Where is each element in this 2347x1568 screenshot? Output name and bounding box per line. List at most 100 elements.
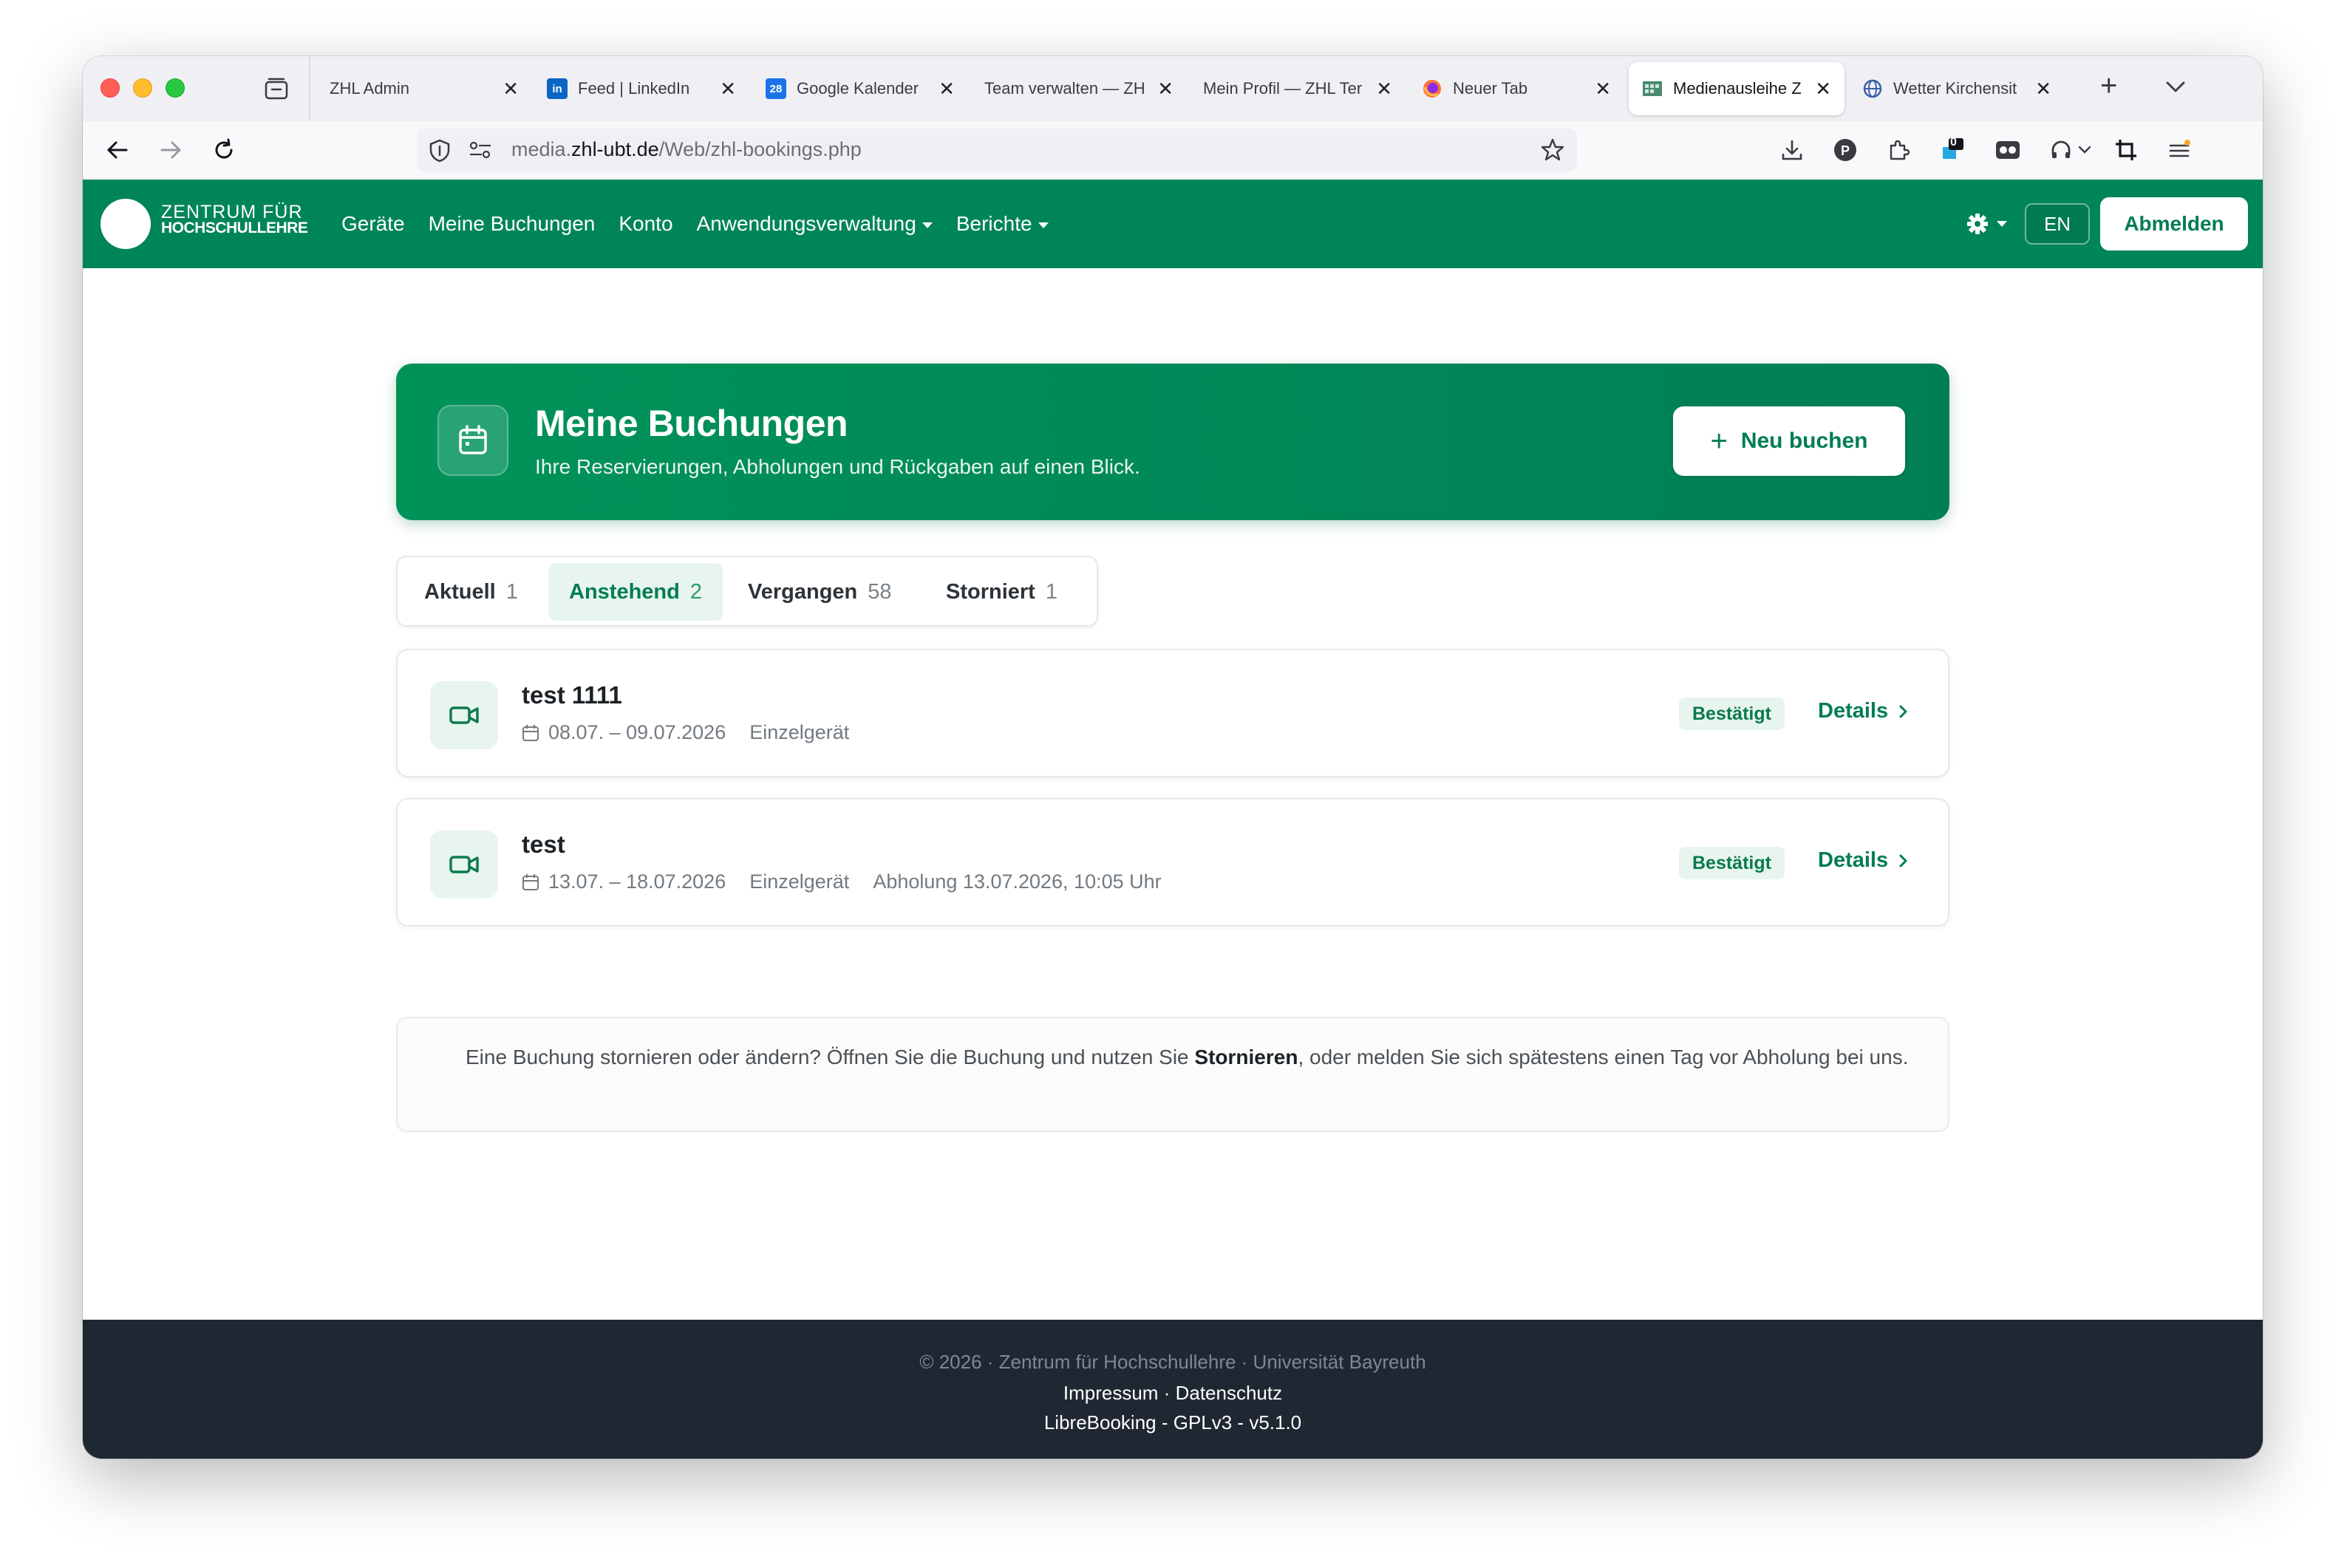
tab-label: Aktuell [424, 579, 496, 604]
globe-icon [1862, 78, 1883, 99]
status-badge: Bestätigt [1679, 847, 1785, 879]
extension-badge-icon[interactable]: 0 [1933, 132, 1970, 168]
tab-label: Vergangen [748, 579, 858, 604]
media-site-icon [1642, 78, 1663, 99]
footer-version: LibreBooking - GPLv3 - v5.1.0 [1043, 1411, 1302, 1434]
tab-manager-icon[interactable] [260, 72, 293, 105]
tab-title: Neuer Tab [1453, 79, 1528, 98]
menu-item-app-admin[interactable]: Anwendungsverwaltung [697, 212, 933, 236]
close-icon[interactable]: ✕ [1595, 78, 1611, 100]
url-host: zhl-ubt.de [571, 138, 659, 160]
details-label: Details [1818, 848, 1889, 872]
details-link[interactable]: Details [1818, 699, 1909, 723]
tab-label: Storniert [946, 579, 1035, 604]
extension-badge-count: 0 [1950, 136, 1957, 149]
close-icon[interactable]: ✕ [720, 78, 736, 100]
note-text-emphasis: Stornieren [1194, 1046, 1298, 1068]
browser-tab[interactable]: in Feed | LinkedIn ✕ [534, 62, 749, 115]
window-close-button[interactable] [101, 78, 120, 98]
downloads-icon[interactable] [1774, 132, 1811, 168]
video-camera-icon [430, 831, 498, 899]
logo-line-2: HOCHSCHULLEHRE [161, 219, 308, 236]
tab-title: Google Kalender [797, 79, 919, 98]
tab-count: 1 [1045, 579, 1057, 604]
shield-icon[interactable] [429, 139, 451, 166]
reload-icon[interactable] [205, 132, 242, 168]
window-zoom-button[interactable] [166, 78, 185, 98]
status-badge: Bestätigt [1679, 698, 1785, 730]
tab-label: Anstehend [569, 579, 680, 604]
tab-cancelled[interactable]: Storniert 1 [925, 563, 1078, 621]
menu-hamburger-icon[interactable] [2161, 132, 2198, 168]
browser-tab[interactable]: Team verwalten — ZH ✕ [971, 62, 1187, 115]
tab-separator [309, 56, 310, 121]
booking-type: Einzelgerät [749, 721, 850, 743]
close-icon[interactable]: ✕ [939, 78, 955, 100]
close-icon[interactable]: ✕ [1157, 78, 1174, 100]
back-arrow-icon[interactable] [99, 132, 136, 168]
booking-type: Einzelgerät [749, 870, 850, 893]
booking-card[interactable]: test 1111 08.07. – 09.07.2026 Einzelgerä… [396, 649, 1949, 777]
close-icon[interactable]: ✕ [503, 78, 519, 100]
reader-glasses-icon[interactable] [1989, 132, 2026, 168]
tab-past[interactable]: Vergangen 58 [727, 563, 913, 621]
menu-item-account[interactable]: Konto [619, 212, 672, 236]
booking-dates: 08.07. – 09.07.2026 [522, 721, 726, 744]
new-booking-button[interactable]: + Neu buchen [1673, 406, 1905, 476]
browser-tab[interactable]: Wetter Kirchensit ✕ [1849, 62, 2065, 115]
impressum-link[interactable]: Impressum [1063, 1382, 1159, 1404]
booking-card[interactable]: test 13.07. – 18.07.2026 Einzelgerät Abh… [396, 798, 1949, 927]
video-camera-icon [430, 681, 498, 749]
url-bar[interactable]: media.zhl-ubt.de/Web/zhl-bookings.php [417, 129, 1577, 171]
info-note-text: Eine Buchung stornieren oder ändern? Öff… [466, 1040, 1914, 1074]
window-minimize-button[interactable] [133, 78, 152, 98]
new-tab-plus-icon[interactable]: + [2100, 69, 2117, 103]
language-button[interactable]: EN [2025, 203, 2090, 245]
chevron-down-icon[interactable] [2074, 132, 2096, 168]
close-icon[interactable]: ✕ [1815, 78, 1831, 100]
tab-current[interactable]: Aktuell 1 [403, 563, 539, 621]
tab-title: Feed | LinkedIn [578, 79, 690, 98]
extensions-puzzle-icon[interactable] [1880, 132, 1917, 168]
booking-title: test [522, 831, 565, 858]
details-link[interactable]: Details [1818, 848, 1909, 873]
site-header: ZENTRUM FÜR HOCHSCHULLEHRE Geräte Meine … [83, 180, 2263, 268]
tab-list-chevron-icon[interactable] [2165, 72, 2186, 100]
browser-tab[interactable]: Mein Profil — ZHL Ter ✕ [1190, 62, 1406, 115]
url-prefix: media. [511, 138, 572, 160]
footer-links: Impressum · Datenschutz [83, 1382, 2263, 1405]
booking-date-range: 08.07. – 09.07.2026 [548, 721, 726, 743]
close-icon[interactable]: ✕ [2035, 78, 2051, 100]
url-text[interactable]: media.zhl-ubt.de/Web/zhl-bookings.php [511, 138, 862, 161]
menu-item-devices[interactable]: Geräte [341, 212, 405, 236]
bookmark-star-icon[interactable] [1540, 137, 1565, 166]
calendar-icon [437, 405, 508, 476]
privacy-link[interactable]: Datenschutz [1176, 1382, 1283, 1404]
tab-count: 2 [689, 579, 702, 604]
menu-item-reports[interactable]: Berichte [956, 212, 1049, 236]
logo-mark[interactable] [101, 199, 151, 249]
browser-tab[interactable]: 28 Google Kalender ✕ [752, 62, 968, 115]
pocket-p-icon[interactable]: P [1827, 132, 1864, 168]
site-permissions-icon[interactable] [469, 140, 492, 163]
site-footer: © 2026 · Zentrum für Hochschullehre · Un… [83, 1320, 2263, 1459]
browser-tab-active[interactable]: Medienausleihe Z ✕ [1629, 62, 1844, 115]
site-logo[interactable]: ZENTRUM FÜR HOCHSCHULLEHRE [161, 203, 308, 236]
booking-filter-tabs: Aktuell 1 Anstehend 2 Vergangen 58 Stornier… [396, 556, 1098, 627]
forward-arrow-icon[interactable] [152, 132, 189, 168]
chevron-right-icon [1899, 854, 1907, 867]
main-menu: Geräte Meine Buchungen Konto Anwendungsv… [341, 180, 1049, 268]
logout-button[interactable]: Abmelden [2100, 197, 2248, 250]
page-hero: Meine Buchungen Ihre Reservierungen, Abh… [396, 364, 1949, 520]
page-title: Meine Buchungen [535, 403, 848, 444]
browser-tab[interactable]: ZHL Admin ✕ [316, 62, 532, 115]
tab-upcoming[interactable]: Anstehend 2 [548, 563, 723, 621]
crop-icon[interactable] [2108, 132, 2145, 168]
browser-tab[interactable]: Neuer Tab ✕ [1408, 62, 1624, 115]
plus-icon: + [1710, 425, 1728, 457]
close-icon[interactable]: ✕ [1376, 78, 1392, 100]
tab-title: ZHL Admin [330, 79, 410, 98]
svg-text:P: P [1841, 143, 1850, 158]
settings-gear-icon[interactable] [1966, 211, 2010, 237]
menu-item-my-bookings[interactable]: Meine Buchungen [429, 212, 596, 236]
